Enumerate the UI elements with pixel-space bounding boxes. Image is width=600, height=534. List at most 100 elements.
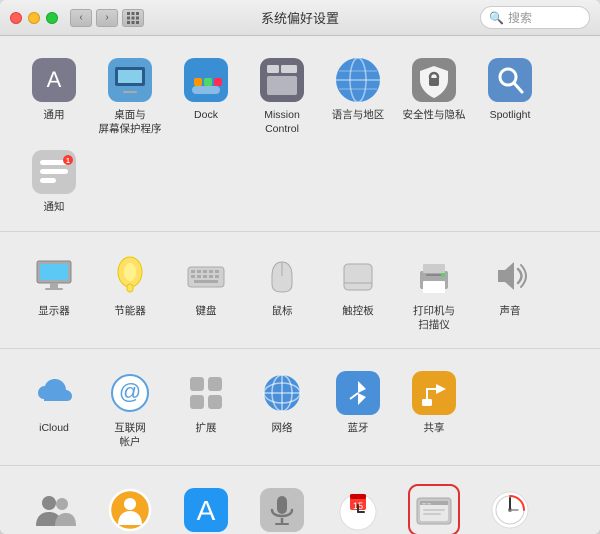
pref-startup[interactable]: 启动磁盘 bbox=[396, 478, 472, 534]
mission-icon-wrap bbox=[256, 54, 308, 106]
pref-parental[interactable]: 家长控制 bbox=[92, 478, 168, 534]
svg-text:1: 1 bbox=[66, 158, 70, 165]
extensions-label: 扩展 bbox=[196, 422, 217, 436]
bluetooth-label: 蓝牙 bbox=[348, 422, 369, 436]
sharing-label: 共享 bbox=[424, 422, 445, 436]
sound-icon-wrap bbox=[484, 250, 536, 302]
pref-icloud[interactable]: iCloud bbox=[16, 361, 92, 440]
pref-printer[interactable]: 打印机与 扫描仪 bbox=[396, 244, 472, 336]
network-label: 网络 bbox=[272, 422, 293, 436]
pref-network[interactable]: 网络 bbox=[244, 361, 320, 440]
desktop-label: 桌面与 屏幕保护程序 bbox=[99, 109, 162, 136]
language-icon-wrap bbox=[332, 54, 384, 106]
section-personal: A 通用 桌面与 屏幕保护程序 Dock bbox=[0, 36, 600, 232]
startup-icon-wrap bbox=[408, 484, 460, 534]
pref-mission[interactable]: Mission Control bbox=[244, 48, 320, 140]
trackpad-label: 触控板 bbox=[342, 305, 374, 319]
internet-icon-wrap: @ bbox=[104, 367, 156, 419]
back-button[interactable]: ‹ bbox=[70, 9, 92, 27]
grid-button[interactable] bbox=[122, 9, 144, 27]
display-label: 显示器 bbox=[38, 305, 70, 319]
pref-internet[interactable]: @ 互联网 帐户 bbox=[92, 361, 168, 453]
icloud-icon-wrap bbox=[28, 367, 80, 419]
sharing-icon-wrap bbox=[408, 367, 460, 419]
section-system: 用户与群组 家长控制 A App Store bbox=[0, 466, 600, 534]
keyboard-label: 键盘 bbox=[196, 305, 217, 319]
minimize-button[interactable] bbox=[28, 12, 40, 24]
pref-sharing[interactable]: 共享 bbox=[396, 361, 472, 440]
pref-trackpad[interactable]: 触控板 bbox=[320, 244, 396, 323]
search-placeholder: 搜索 bbox=[508, 9, 581, 26]
section-internet: iCloud @ 互联网 帐户 扩展 bbox=[0, 349, 600, 466]
pref-timemachine[interactable]: Time Machine bbox=[472, 478, 548, 534]
internet-label: 互联网 帐户 bbox=[114, 422, 146, 449]
dictation-icon-wrap bbox=[256, 484, 308, 534]
section-hardware: 显示器 节能器 键盘 bbox=[0, 232, 600, 349]
nav-buttons: ‹ › bbox=[70, 9, 118, 27]
search-box[interactable]: 🔍 搜索 bbox=[480, 6, 590, 29]
section4-grid: 用户与群组 家长控制 A App Store bbox=[16, 478, 584, 534]
energy-icon-wrap bbox=[104, 250, 156, 302]
users-icon-wrap bbox=[28, 484, 80, 534]
printer-icon-wrap bbox=[408, 250, 460, 302]
pref-spotlight[interactable]: Spotlight bbox=[472, 48, 548, 127]
spotlight-icon-wrap bbox=[484, 54, 536, 106]
pref-keyboard[interactable]: 键盘 bbox=[168, 244, 244, 323]
parental-icon-wrap bbox=[104, 484, 156, 534]
mouse-label: 鼠标 bbox=[272, 305, 293, 319]
window-title: 系统偏好设置 bbox=[261, 8, 339, 27]
mission-label: Mission Control bbox=[264, 109, 300, 136]
pref-display[interactable]: 显示器 bbox=[16, 244, 92, 323]
svg-text:A: A bbox=[47, 67, 62, 92]
search-icon: 🔍 bbox=[489, 11, 504, 25]
sound-label: 声音 bbox=[500, 305, 521, 319]
keyboard-icon-wrap bbox=[180, 250, 232, 302]
dock-label: Dock bbox=[194, 109, 218, 123]
language-label: 语言与地区 bbox=[332, 109, 385, 123]
pref-energy[interactable]: 节能器 bbox=[92, 244, 168, 323]
notifications-label: 通知 bbox=[44, 201, 65, 215]
pref-appstore[interactable]: A App Store bbox=[168, 478, 244, 534]
bluetooth-icon-wrap bbox=[332, 367, 384, 419]
mouse-icon-wrap bbox=[256, 250, 308, 302]
pref-dictation[interactable]: 听写与语音 bbox=[244, 478, 320, 534]
traffic-lights bbox=[10, 12, 58, 24]
system-preferences-window: ‹ › 系统偏好设置 🔍 搜索 A 通用 bbox=[0, 0, 600, 534]
pref-users[interactable]: 用户与群组 bbox=[16, 478, 92, 534]
general-icon-wrap: A bbox=[28, 54, 80, 106]
datetime-icon-wrap: 15 bbox=[332, 484, 384, 534]
printer-label: 打印机与 扫描仪 bbox=[413, 305, 455, 332]
pref-language[interactable]: 语言与地区 bbox=[320, 48, 396, 127]
trackpad-icon-wrap bbox=[332, 250, 384, 302]
dock-icon-wrap bbox=[180, 54, 232, 106]
icloud-label: iCloud bbox=[39, 422, 69, 436]
spotlight-label: Spotlight bbox=[490, 109, 531, 123]
pref-notifications[interactable]: 1 通知 bbox=[16, 140, 92, 219]
section2-grid: 显示器 节能器 键盘 bbox=[16, 244, 584, 336]
notifications-icon-wrap: 1 bbox=[28, 146, 80, 198]
pref-general[interactable]: A 通用 bbox=[16, 48, 92, 127]
forward-button[interactable]: › bbox=[96, 9, 118, 27]
pref-desktop[interactable]: 桌面与 屏幕保护程序 bbox=[92, 48, 168, 140]
pref-sound[interactable]: 声音 bbox=[472, 244, 548, 323]
pref-mouse[interactable]: 鼠标 bbox=[244, 244, 320, 323]
security-label: 安全性与隐私 bbox=[403, 109, 466, 123]
pref-dock[interactable]: Dock bbox=[168, 48, 244, 127]
display-icon-wrap bbox=[28, 250, 80, 302]
general-label: 通用 bbox=[44, 109, 65, 123]
section3-grid: iCloud @ 互联网 帐户 扩展 bbox=[16, 361, 584, 453]
pref-datetime[interactable]: 15 日期与时间 bbox=[320, 478, 396, 534]
pref-security[interactable]: 安全性与隐私 bbox=[396, 48, 472, 127]
content-area: A 通用 桌面与 屏幕保护程序 Dock bbox=[0, 36, 600, 534]
network-icon-wrap bbox=[256, 367, 308, 419]
security-icon-wrap bbox=[408, 54, 460, 106]
extensions-icon-wrap bbox=[180, 367, 232, 419]
pref-bluetooth[interactable]: 蓝牙 bbox=[320, 361, 396, 440]
maximize-button[interactable] bbox=[46, 12, 58, 24]
close-button[interactable] bbox=[10, 12, 22, 24]
pref-extensions[interactable]: 扩展 bbox=[168, 361, 244, 440]
svg-text:@: @ bbox=[119, 379, 141, 404]
energy-label: 节能器 bbox=[114, 305, 146, 319]
timemachine-icon-wrap bbox=[484, 484, 536, 534]
svg-text:A: A bbox=[197, 495, 216, 526]
